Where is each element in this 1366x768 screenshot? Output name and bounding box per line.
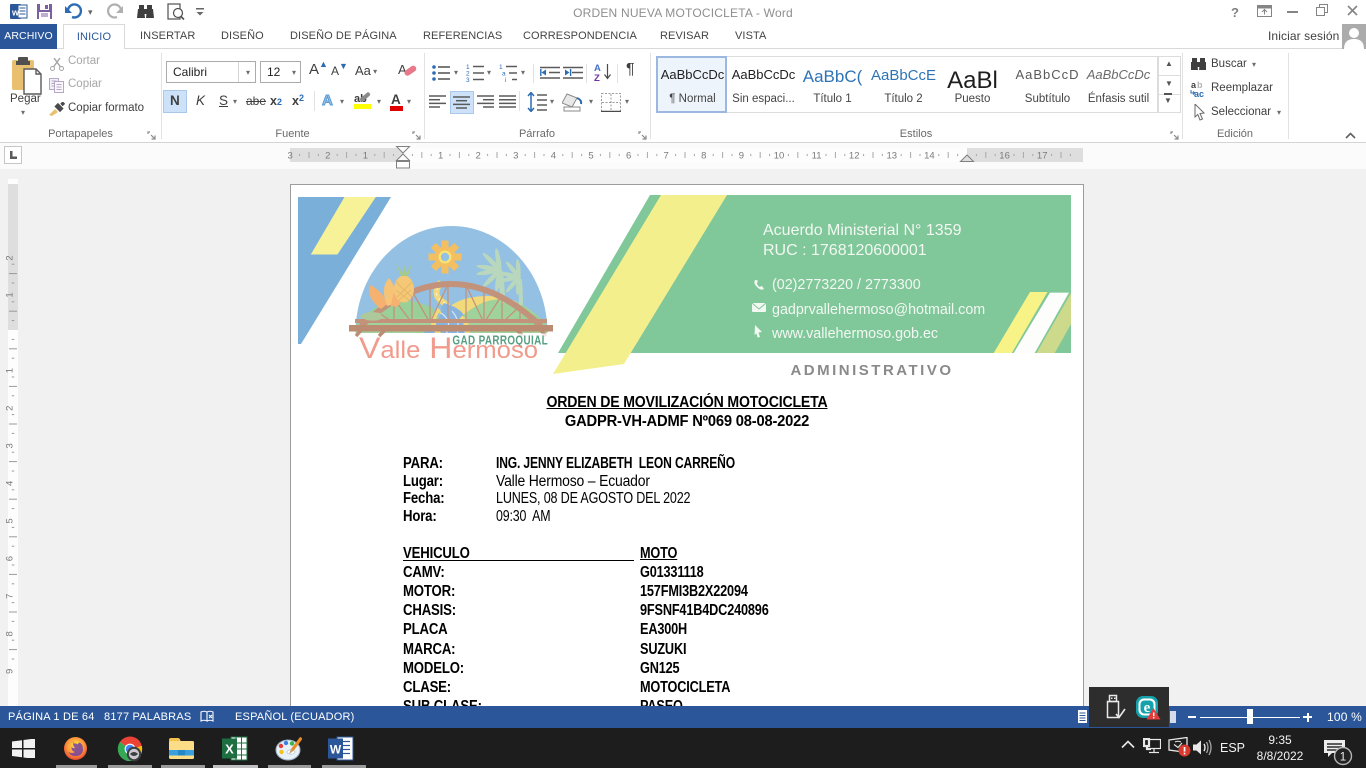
- svg-text:2: 2: [5, 406, 16, 411]
- svg-text:6: 6: [626, 151, 631, 162]
- svg-text:2: 2: [476, 151, 481, 162]
- svg-text:w: w: [11, 8, 20, 18]
- svg-text:1: 1: [5, 368, 16, 373]
- svg-text:gadprvallehermoso@hotmail.com: gadprvallehermoso@hotmail.com: [772, 302, 985, 318]
- svg-text:10: 10: [774, 151, 785, 162]
- svg-text:ac: ac: [1194, 89, 1204, 98]
- svg-text:7: 7: [5, 594, 16, 599]
- svg-text:1: 1: [5, 292, 16, 297]
- svg-text:12: 12: [849, 151, 860, 162]
- svg-text:11: 11: [812, 151, 822, 162]
- svg-text:8: 8: [5, 631, 16, 636]
- svg-text:7: 7: [664, 151, 669, 162]
- svg-text:5: 5: [588, 151, 593, 162]
- svg-text:i: i: [505, 77, 506, 82]
- svg-text:W: W: [330, 743, 342, 757]
- svg-text:3: 3: [466, 77, 470, 82]
- svg-text:www.vallehermoso.gob.ec: www.vallehermoso.gob.ec: [771, 326, 938, 342]
- svg-text:Acuerdo Ministerial N° 1359: Acuerdo Ministerial N° 1359: [763, 222, 962, 239]
- svg-text:1: 1: [1340, 752, 1346, 764]
- svg-text:5: 5: [5, 518, 16, 523]
- svg-text:3: 3: [5, 443, 16, 448]
- svg-text:9: 9: [739, 151, 744, 162]
- svg-text:1: 1: [363, 151, 368, 162]
- svg-text:4: 4: [5, 481, 16, 486]
- svg-text:(02)2773220 / 2773300: (02)2773220 / 2773300: [772, 277, 921, 293]
- svg-text:RUC : 1768120600001: RUC : 1768120600001: [763, 242, 927, 259]
- svg-text:2: 2: [325, 151, 330, 162]
- svg-text:X: X: [225, 742, 234, 757]
- svg-text:Z: Z: [594, 73, 600, 82]
- svg-text:6: 6: [5, 556, 16, 561]
- svg-text:16: 16: [999, 151, 1010, 162]
- svg-text:3: 3: [513, 151, 518, 162]
- svg-text:2: 2: [5, 255, 16, 260]
- svg-text:17: 17: [1037, 151, 1048, 162]
- svg-text:14: 14: [924, 151, 935, 162]
- svg-text:e: e: [1144, 700, 1151, 716]
- svg-text:4: 4: [551, 151, 556, 162]
- svg-text:3: 3: [288, 151, 293, 162]
- svg-text:9: 9: [5, 669, 16, 674]
- svg-text:13: 13: [887, 151, 898, 162]
- svg-text:1: 1: [438, 151, 443, 162]
- svg-text:A: A: [391, 92, 401, 107]
- svg-text:8: 8: [701, 151, 706, 162]
- svg-text:▾: ▾: [88, 7, 93, 17]
